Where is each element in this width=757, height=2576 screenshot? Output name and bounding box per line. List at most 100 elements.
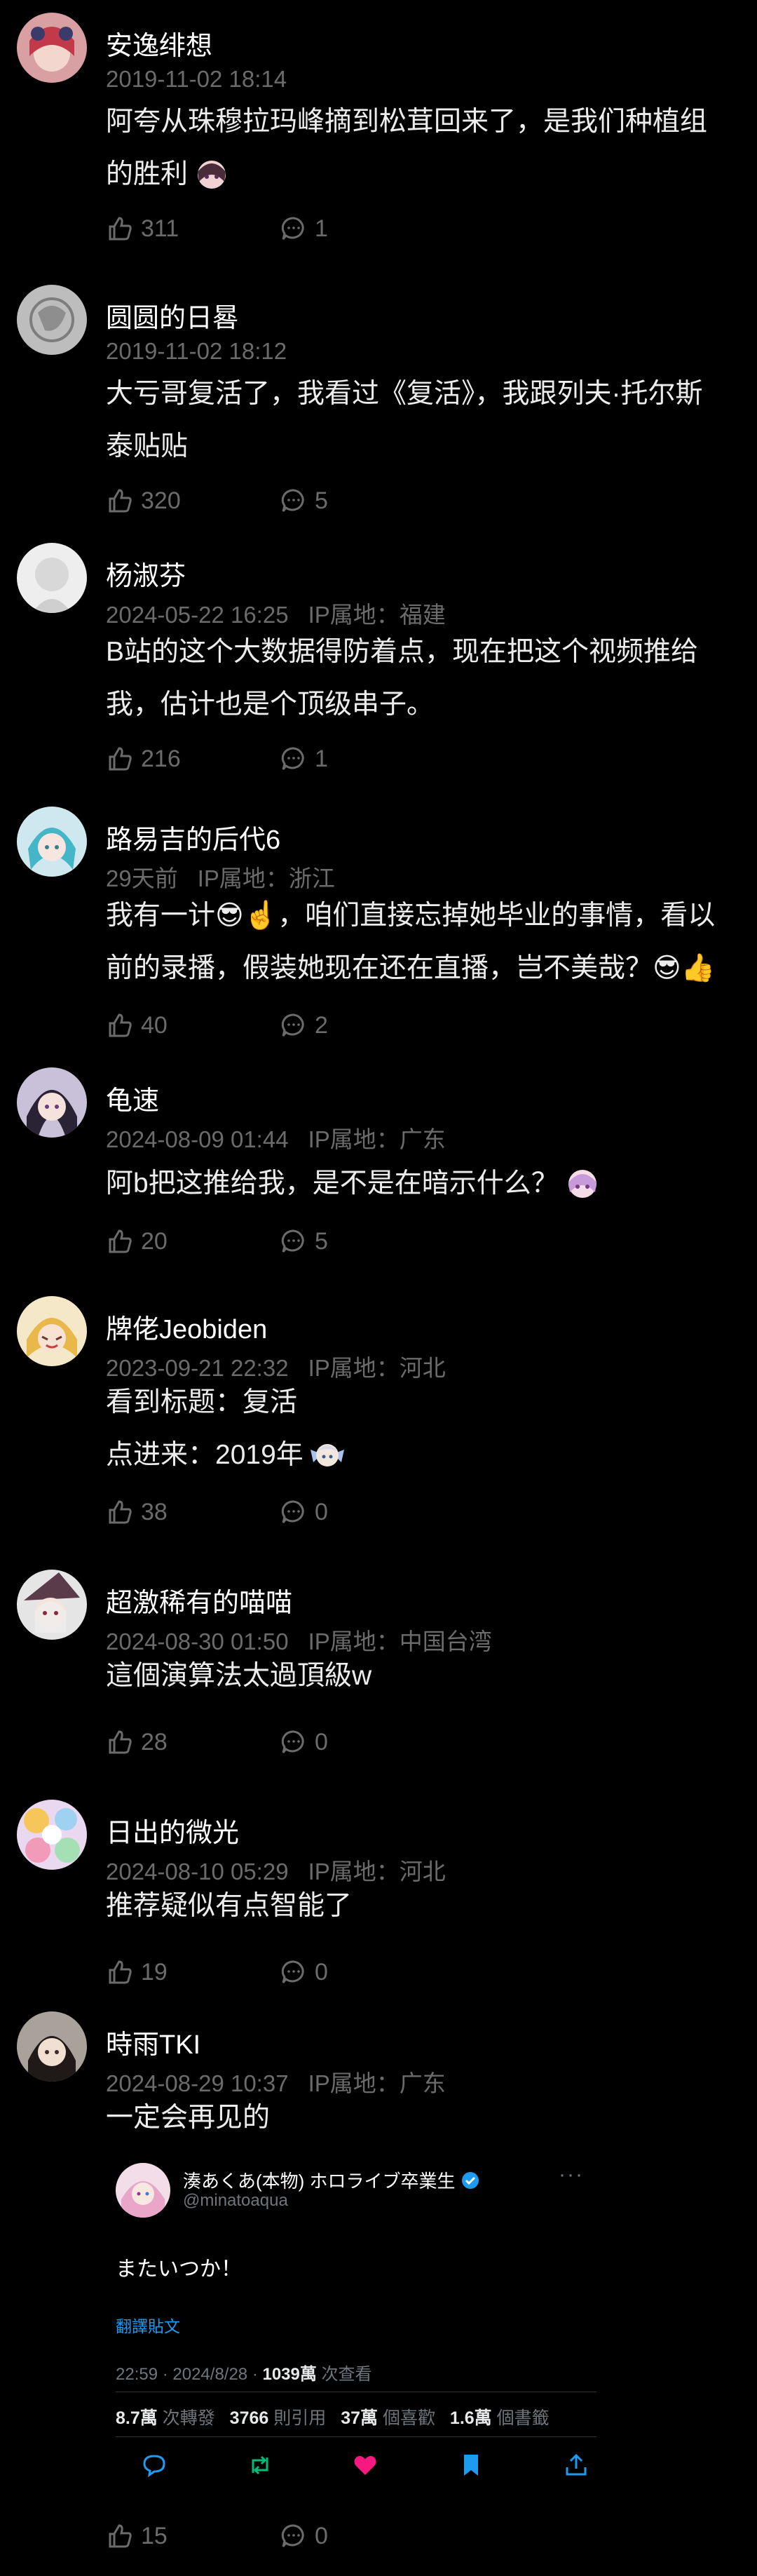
comment-time: 2019-11-02 18:14: [106, 66, 287, 92]
comment-meta: 29天前 IP属地：浙江: [106, 860, 335, 893]
like-button[interactable]: 216: [106, 743, 280, 774]
thumb-up-icon: [109, 1013, 132, 1037]
heart-icon[interactable]: [352, 2452, 378, 2479]
bookmark-count: 1.6萬: [449, 2408, 492, 2428]
comment-bubble-icon: [281, 747, 304, 770]
comment-line: 一定会再见的: [106, 2103, 271, 2133]
tweet-timestamp: 22:59 · 2024/8/28 · 1039萬 次查看: [116, 2365, 372, 2384]
bookmark-icon[interactable]: [458, 2452, 484, 2479]
comment-line: 泰贴贴: [106, 431, 189, 461]
comment-time: 29天前: [106, 865, 178, 891]
comment-meta: 2024-08-09 01:44 IP属地：广东: [106, 1121, 446, 1154]
comment-actions: 15 0: [106, 2521, 453, 2551]
comment-actions: 216 1: [106, 743, 453, 774]
comment-content: 推荐疑似有点智能了: [106, 1880, 740, 1932]
comment-bubble-icon: [281, 2524, 304, 2547]
username[interactable]: 超激稀有的喵喵: [106, 1581, 292, 1619]
sticker-emoji-icon: [192, 154, 231, 193]
comment-actions: 28 0: [106, 1727, 453, 1758]
comment-meta: 2024-05-22 16:25 IP属地：福建: [106, 596, 446, 630]
ip-location: IP属地：浙江: [197, 865, 335, 891]
reply-icon[interactable]: [141, 2452, 168, 2479]
like-button[interactable]: 320: [106, 485, 280, 516]
reply-button[interactable]: 2: [280, 1010, 453, 1041]
comment-meta: 2019-11-02 18:14: [106, 66, 287, 93]
reply-button[interactable]: 1: [280, 213, 453, 244]
comment-content: 看到标题：复活 点进来：2019年: [106, 1376, 740, 1481]
comment-line: 阿b把这推给我，是不是在暗示什么？: [106, 1157, 740, 1210]
tweet-author-name[interactable]: 湊あくあ(本物) ホロライブ卒業生: [183, 2167, 479, 2193]
username[interactable]: 時雨TKI: [106, 2023, 200, 2061]
comment-bubble-icon: [281, 1730, 304, 1753]
embedded-tweet-card[interactable]: 湊あくあ(本物) ホロライブ卒業生 @minatoaqua ··· またいつか！…: [106, 2146, 596, 2479]
avatar[interactable]: [17, 543, 87, 613]
reply-button[interactable]: 5: [280, 1226, 453, 1257]
reply-button[interactable]: 0: [280, 2521, 453, 2551]
comment-content: 我有一计😎☝️，咱们直接忘掉她毕业的事情，看以 前的录播，假装她现在还在直播，岂…: [106, 889, 740, 994]
comment-line: 推荐疑似有点智能了: [106, 1891, 353, 1921]
quote-count: 3766: [229, 2408, 269, 2428]
like-button[interactable]: 28: [106, 1727, 280, 1758]
username[interactable]: 杨淑芬: [106, 554, 186, 593]
like-button[interactable]: 20: [106, 1226, 280, 1257]
sticker-emoji-icon: [563, 1163, 602, 1202]
comment-bubble-icon: [281, 1013, 304, 1037]
thumb-up-icon: [109, 489, 132, 513]
like-button[interactable]: 40: [106, 1010, 280, 1041]
avatar[interactable]: [17, 2011, 87, 2082]
tweet-author-handle[interactable]: @minatoaqua: [183, 2191, 288, 2211]
avatar[interactable]: [17, 285, 87, 355]
reply-button[interactable]: 1: [280, 743, 453, 774]
username[interactable]: 龟速: [106, 1079, 159, 1117]
avatar[interactable]: [17, 807, 87, 877]
comment-line: 的胜利: [106, 148, 740, 201]
comment-time: 2024-08-09 01:44: [106, 1126, 289, 1152]
avatar[interactable]: [17, 1067, 87, 1138]
tweet-avatar[interactable]: [116, 2163, 170, 2218]
thumb-up-icon: [109, 1229, 132, 1253]
like-button[interactable]: 15: [106, 2521, 280, 2551]
comment-bubble-icon: [281, 1960, 304, 1983]
username[interactable]: 圆圆的日晷: [106, 296, 239, 335]
sticker-emoji-icon: [308, 1434, 347, 1474]
tweet-stats: 8.7萬 次轉發 3766 則引用 37萬 個喜歡 1.6萬 個書籤: [116, 2408, 550, 2428]
thumb-up-icon: [109, 1960, 132, 1984]
tweet-text: またいつか！: [116, 2258, 242, 2281]
ip-location: IP属地：广东: [308, 1126, 446, 1152]
comment-bubble-icon: [281, 1500, 304, 1523]
thumb-up-icon: [109, 1500, 132, 1524]
comment-meta: 2019-11-02 18:12: [106, 338, 287, 365]
avatar[interactable]: [17, 13, 87, 83]
username[interactable]: 安逸绯想: [106, 24, 212, 62]
comment-line: 我有一计😎☝️，咱们直接忘掉她毕业的事情，看以: [106, 901, 716, 931]
reply-button[interactable]: 0: [280, 1957, 453, 1988]
like-count: 37萬: [341, 2408, 378, 2428]
username[interactable]: 日出的微光: [106, 1811, 239, 1849]
share-icon[interactable]: [563, 2452, 589, 2479]
comment-bubble-icon: [281, 489, 304, 512]
username[interactable]: 牌佬Jeobiden: [106, 1307, 267, 1346]
comment-actions: 320 5: [106, 485, 453, 516]
avatar[interactable]: [17, 1800, 87, 1870]
comment-line: 看到标题：复活: [106, 1387, 298, 1417]
reply-button[interactable]: 5: [280, 485, 453, 516]
comment-actions: 19 0: [106, 1957, 453, 1988]
avatar[interactable]: [17, 1570, 87, 1640]
like-button[interactable]: 19: [106, 1957, 280, 1988]
comment-content: 大亏哥复活了，我看过《复活》，我跟列夫·托尔斯 泰贴贴: [106, 367, 740, 473]
translate-post-link[interactable]: 翻譯貼文: [116, 2313, 180, 2337]
comment-content: 這個演算法太過頂級w: [106, 1650, 740, 1702]
comment-actions: 40 2: [106, 1010, 453, 1041]
more-options-icon[interactable]: ···: [559, 2163, 584, 2187]
username[interactable]: 路易吉的后代6: [106, 818, 280, 856]
reply-button[interactable]: 0: [280, 1497, 453, 1528]
thumb-up-icon: [109, 217, 132, 241]
comment-line: 我，估计也是个顶级串子。: [106, 689, 435, 720]
comment-bubble-icon: [281, 1229, 304, 1253]
retweet-icon[interactable]: [247, 2452, 273, 2479]
reply-button[interactable]: 0: [280, 1727, 453, 1758]
like-button[interactable]: 38: [106, 1497, 280, 1528]
comment-time: 2019-11-02 18:12: [106, 338, 287, 364]
like-button[interactable]: 311: [106, 213, 280, 244]
avatar[interactable]: [17, 1296, 87, 1366]
